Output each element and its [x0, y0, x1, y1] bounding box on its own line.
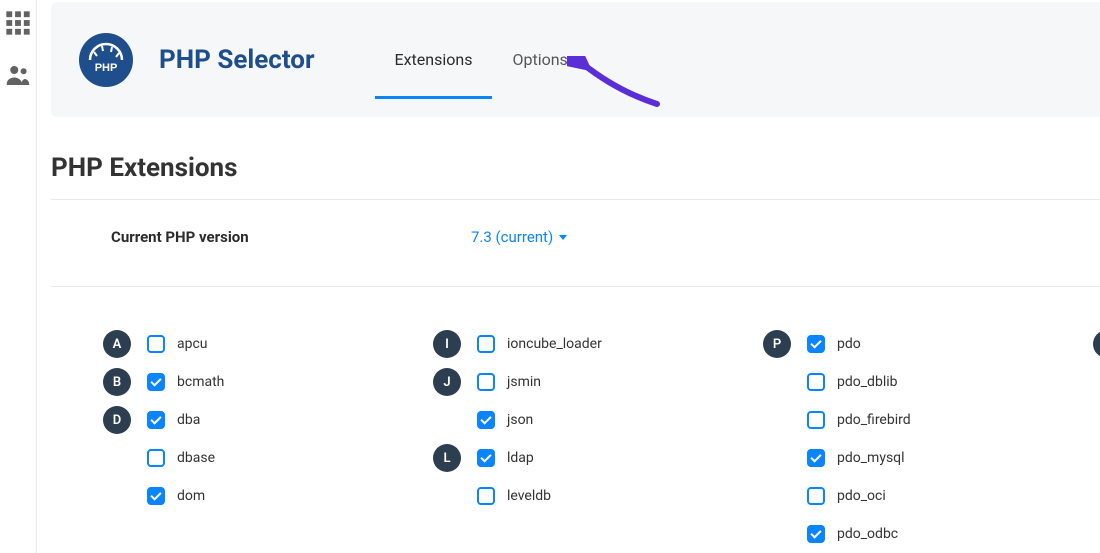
extension-checkbox[interactable]: [147, 373, 165, 391]
extension-label: dom: [177, 488, 205, 504]
header: PHP PHP Selector Extensions Options: [51, 2, 1100, 117]
extension-checkbox[interactable]: [147, 449, 165, 467]
group-letter-badge: P: [763, 330, 791, 358]
extensions-column: Ppdo pdo_dblib pdo_firebird pdo_mysql pdo_oc…: [751, 325, 1081, 553]
extension-checkbox[interactable]: [477, 411, 495, 429]
extensions-column: Iioncube_loader Jjsmin json Lldap leveldb: [421, 325, 751, 553]
extension-checkbox[interactable]: [477, 335, 495, 353]
extension-checkbox[interactable]: [807, 525, 825, 543]
extension-checkbox[interactable]: [807, 373, 825, 391]
extension-item: jsmin: [421, 363, 751, 401]
chevron-down-icon: [559, 235, 567, 240]
version-value: 7.3 (current): [471, 228, 553, 246]
extension-label: pdo_oci: [837, 488, 886, 504]
extension-item: ioncube_loader: [421, 325, 751, 363]
group-letter-badge: D: [103, 406, 131, 434]
extension-label: pdo_mysql: [837, 450, 905, 466]
extension-item: leveldb: [421, 477, 751, 515]
extension-item: ldap: [421, 439, 751, 477]
extension-label: dba: [177, 412, 200, 428]
version-label: Current PHP version: [111, 228, 471, 246]
checkmark-icon: [150, 413, 161, 424]
checkmark-icon: [480, 413, 491, 424]
checkmark-icon: [810, 451, 821, 462]
checkmark-icon: [150, 489, 161, 500]
extension-item: dom: [91, 477, 421, 515]
checkmark-icon: [480, 451, 491, 462]
group-letter-badge: S: [1093, 330, 1100, 358]
version-row: Current PHP version 7.3 (current): [51, 200, 1100, 287]
section-title: PHP Extensions: [51, 153, 1100, 183]
extension-item: pdo_firebird: [751, 401, 1081, 439]
extension-label: jsmin: [507, 374, 541, 390]
extension-checkbox[interactable]: [147, 411, 165, 429]
checkmark-icon: [810, 337, 821, 348]
extension-checkbox[interactable]: [807, 411, 825, 429]
extension-label: json: [507, 412, 533, 428]
main-content: PHP PHP Selector Extensions Options PHP …: [36, 0, 1100, 553]
checkmark-icon: [150, 375, 161, 386]
extension-item: json: [421, 401, 751, 439]
extension-item: pdo_odbc: [751, 515, 1081, 553]
php-logo-icon: PHP: [79, 33, 133, 87]
extension-checkbox[interactable]: [477, 373, 495, 391]
group-letter-badge: A: [103, 330, 131, 358]
version-select[interactable]: 7.3 (current): [471, 228, 567, 246]
group-letter-badge: L: [433, 444, 461, 472]
extension-item: pdo_mysql: [751, 439, 1081, 477]
sidebar: [0, 0, 36, 553]
extension-label: ldap: [507, 450, 534, 466]
extension-item: bcmath: [91, 363, 421, 401]
extension-label: apcu: [177, 336, 208, 352]
extension-checkbox[interactable]: [147, 335, 165, 353]
tabs: Extensions Options: [375, 20, 588, 99]
group-letter-badge: J: [433, 368, 461, 396]
group-letter-badge: I: [433, 330, 461, 358]
extension-checkbox[interactable]: [807, 487, 825, 505]
tab-extensions[interactable]: Extensions: [375, 20, 493, 99]
extension-label: dbase: [177, 450, 215, 466]
extension-label: pdo_odbc: [837, 526, 898, 542]
svg-text:PHP: PHP: [95, 62, 118, 74]
extension-checkbox[interactable]: [807, 335, 825, 353]
extensions-column: S: [1081, 325, 1100, 553]
extension-label: pdo: [837, 336, 861, 352]
extensions-column: Aapcu Bbcmath Ddba dbase dom: [91, 325, 421, 553]
extension-item: pdo_dblib: [751, 363, 1081, 401]
extension-item: pdo_oci: [751, 477, 1081, 515]
page-title: PHP Selector: [159, 45, 315, 75]
extension-label: pdo_firebird: [837, 412, 911, 428]
extension-checkbox[interactable]: [477, 449, 495, 467]
group-letter-badge: B: [103, 368, 131, 396]
extension-label: leveldb: [507, 488, 551, 504]
extension-label: bcmath: [177, 374, 224, 390]
extension-checkbox[interactable]: [477, 487, 495, 505]
extension-checkbox[interactable]: [807, 449, 825, 467]
extension-item: apcu: [91, 325, 421, 363]
apps-icon[interactable]: [0, 5, 36, 41]
users-icon[interactable]: [0, 57, 36, 93]
extensions-grid: Aapcu Bbcmath Ddba dbase dom Iioncube_loader J…: [51, 287, 1100, 553]
extension-label: pdo_dblib: [837, 374, 897, 390]
extension-item: dbase: [91, 439, 421, 477]
extension-label: ioncube_loader: [507, 336, 602, 352]
checkmark-icon: [810, 527, 821, 538]
tab-options[interactable]: Options: [492, 20, 587, 99]
extension-item: dba: [91, 401, 421, 439]
extension-item: pdo: [751, 325, 1081, 363]
extension-checkbox[interactable]: [147, 487, 165, 505]
